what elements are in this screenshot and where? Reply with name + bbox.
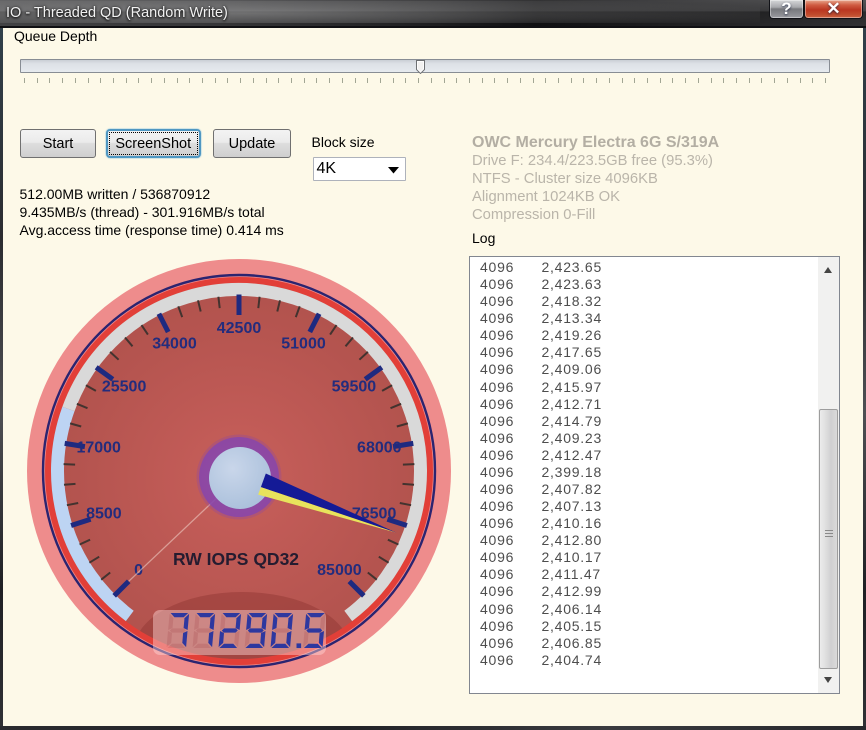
svg-text:76500: 76500 <box>352 506 397 523</box>
svg-text:25500: 25500 <box>102 378 147 395</box>
svg-text:42500: 42500 <box>217 320 262 337</box>
svg-text:8500: 8500 <box>86 506 122 523</box>
svg-text:51000: 51000 <box>281 335 326 352</box>
svg-text:85000: 85000 <box>317 562 362 579</box>
svg-text:68000: 68000 <box>357 440 402 457</box>
svg-text:RW IOPS QD32: RW IOPS QD32 <box>173 549 299 569</box>
svg-text:17000: 17000 <box>76 440 121 457</box>
svg-text:59500: 59500 <box>332 378 377 395</box>
svg-text:34000: 34000 <box>152 335 197 352</box>
svg-text:0: 0 <box>134 562 143 579</box>
